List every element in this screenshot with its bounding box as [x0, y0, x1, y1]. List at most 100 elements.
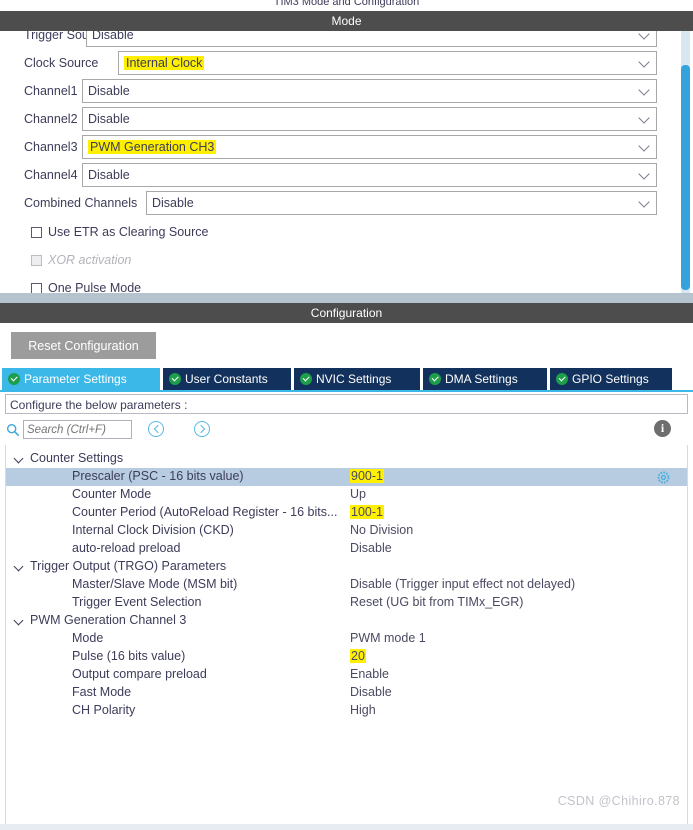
mode-row-label: Channel2 [24, 112, 78, 126]
parameter-value[interactable]: PWM mode 1 [350, 631, 426, 645]
chevron-down-icon[interactable] [15, 617, 23, 625]
mode-row: Channel1 Disable [0, 79, 672, 105]
tab-user-constants[interactable]: User Constants [163, 368, 291, 390]
search-next-icon[interactable] [194, 421, 210, 437]
parameter-value[interactable]: Reset (UG bit from TIMx_EGR) [350, 595, 523, 609]
chevron-down-icon[interactable] [640, 144, 649, 150]
mode-panel-bottom-divider [0, 293, 693, 303]
checkbox-label: Use ETR as Clearing Source [48, 225, 209, 239]
mode-row: Channel3 PWM Generation CH3 [0, 135, 672, 161]
configure-hint-text: Configure the below parameters : [10, 398, 188, 412]
parameter-row[interactable]: Counter Mode Up [6, 486, 687, 504]
mode-scrollbar-thumb[interactable] [681, 65, 690, 290]
parameter-group-row[interactable]: PWM Generation Channel 3 [6, 612, 687, 630]
gear-icon[interactable] [657, 471, 670, 484]
parameter-group-label: PWM Generation Channel 3 [30, 613, 187, 627]
chevron-down-icon[interactable] [640, 60, 649, 66]
mode-row-value: Disable [88, 84, 130, 98]
mode-row-label: Channel4 [24, 168, 78, 182]
parameter-group-label: Trigger Output (TRGO) Parameters [30, 559, 227, 573]
tab-nvic-settings[interactable]: NVIC Settings [294, 368, 420, 390]
mode-row-dropdown[interactable]: Disable [82, 107, 657, 131]
parameter-name: Output compare preload [72, 667, 207, 681]
chevron-down-icon[interactable] [640, 172, 649, 178]
parameter-value[interactable]: Up [350, 487, 366, 501]
tab-label: DMA Settings [445, 372, 518, 386]
check-circle-icon [169, 373, 181, 385]
parameter-group-row[interactable]: Counter Settings [6, 450, 687, 468]
parameter-name: Counter Mode [72, 487, 152, 501]
parameter-name: Trigger Event Selection [72, 595, 202, 609]
tab-active-underline [0, 390, 693, 392]
parameter-value[interactable]: Disable (Trigger input effect not delaye… [350, 577, 575, 591]
parameter-row[interactable]: Internal Clock Division (CKD) No Division [6, 522, 687, 540]
check-circle-icon [8, 373, 20, 385]
mode-row-dropdown[interactable]: Disable [82, 79, 657, 103]
checkbox-label: One Pulse Mode [48, 281, 142, 293]
parameter-value[interactable]: High [350, 703, 376, 717]
mode-row-value: Disable [88, 168, 130, 182]
parameter-group-label: Counter Settings [30, 451, 124, 465]
mode-row-dropdown[interactable]: Disable [82, 163, 657, 187]
chevron-down-icon[interactable] [640, 116, 649, 122]
parameter-value[interactable]: 900-1 [350, 469, 384, 483]
chevron-down-icon[interactable] [15, 563, 23, 571]
search-input[interactable] [23, 420, 132, 439]
mode-row: Channel2 Disable [0, 107, 672, 133]
mode-row-value: Disable [92, 31, 134, 42]
parameter-row[interactable]: Mode PWM mode 1 [6, 630, 687, 648]
tab-dma-settings[interactable]: DMA Settings [423, 368, 547, 390]
parameter-row[interactable]: Output compare preload Enable [6, 666, 687, 684]
parameter-row[interactable]: Fast Mode Disable [6, 684, 687, 702]
mode-row-dropdown[interactable]: Internal Clock [118, 51, 657, 75]
mode-row-label: Combined Channels [24, 196, 138, 210]
info-icon[interactable]: i [654, 420, 671, 437]
parameter-name: Internal Clock Division (CKD) [72, 523, 234, 537]
parameter-value[interactable]: No Division [350, 523, 413, 537]
tab-parameter-settings[interactable]: Parameter Settings [2, 368, 160, 390]
mode-row-dropdown[interactable]: PWM Generation CH3 [82, 135, 657, 159]
tab-gpio-settings[interactable]: GPIO Settings [550, 368, 672, 390]
parameter-name: Mode [72, 631, 104, 645]
chevron-down-icon[interactable] [640, 200, 649, 206]
mode-row-dropdown[interactable]: Disable [146, 191, 657, 215]
parameter-value[interactable]: 100-1 [350, 505, 384, 519]
parameter-row[interactable]: Counter Period (AutoReload Register - 16… [6, 504, 687, 522]
parameter-name: Pulse (16 bits value) [72, 649, 186, 663]
chevron-down-icon[interactable] [15, 455, 23, 463]
chevron-down-icon[interactable] [640, 88, 649, 94]
parameter-name: Master/Slave Mode (MSM bit) [72, 577, 238, 591]
parameter-name: Prescaler (PSC - 16 bits value) [72, 469, 244, 483]
parameter-value[interactable]: Disable [350, 685, 392, 699]
checkbox-icon[interactable] [31, 227, 42, 238]
parameter-row[interactable]: Pulse (16 bits value) 20 [6, 648, 687, 666]
parameter-value[interactable]: 20 [350, 649, 366, 663]
parameter-name: CH Polarity [72, 703, 136, 717]
search-icon [6, 423, 20, 437]
parameter-row[interactable]: Master/Slave Mode (MSM bit) Disable (Trig… [6, 576, 687, 594]
checkbox-icon[interactable] [31, 283, 42, 293]
configuration-section-header: Configuration [0, 303, 693, 323]
parameter-row[interactable]: Prescaler (PSC - 16 bits value) 900-1 [6, 468, 687, 486]
search-previous-icon[interactable] [148, 421, 164, 437]
parameter-name: Fast Mode [72, 685, 132, 699]
parameter-group-row[interactable]: Trigger Output (TRGO) Parameters [6, 558, 687, 576]
mode-row-value: Internal Clock [124, 56, 205, 70]
chevron-down-icon[interactable] [640, 32, 649, 38]
parameter-name: auto-reload preload [72, 541, 181, 555]
mode-row-dropdown[interactable]: Disable [86, 31, 657, 47]
stm32cubemx-tim-configuration-window: TIM3 Mode and Configuration Mode Trigger… [0, 0, 693, 830]
search-toolbar: i [0, 418, 693, 444]
mode-row-value: Disable [152, 196, 194, 210]
checkbox-label: XOR activation [48, 253, 132, 267]
settings-tab-bar: Parameter Settings User Constants NVIC Set… [0, 368, 693, 390]
parameter-value[interactable]: Enable [350, 667, 389, 681]
check-circle-icon [300, 373, 312, 385]
parameter-row[interactable]: Trigger Event Selection Reset (UG bit fro… [6, 594, 687, 612]
parameter-row[interactable]: auto-reload preload Disable [6, 540, 687, 558]
mode-row: Combined Channels Disable [0, 191, 672, 217]
reset-configuration-button[interactable]: Reset Configuration [11, 332, 156, 359]
parameter-row[interactable]: CH Polarity High [6, 702, 687, 720]
parameter-value[interactable]: Disable [350, 541, 392, 555]
configuration-area: Reset Configuration Parameter Settings Us… [0, 323, 693, 830]
